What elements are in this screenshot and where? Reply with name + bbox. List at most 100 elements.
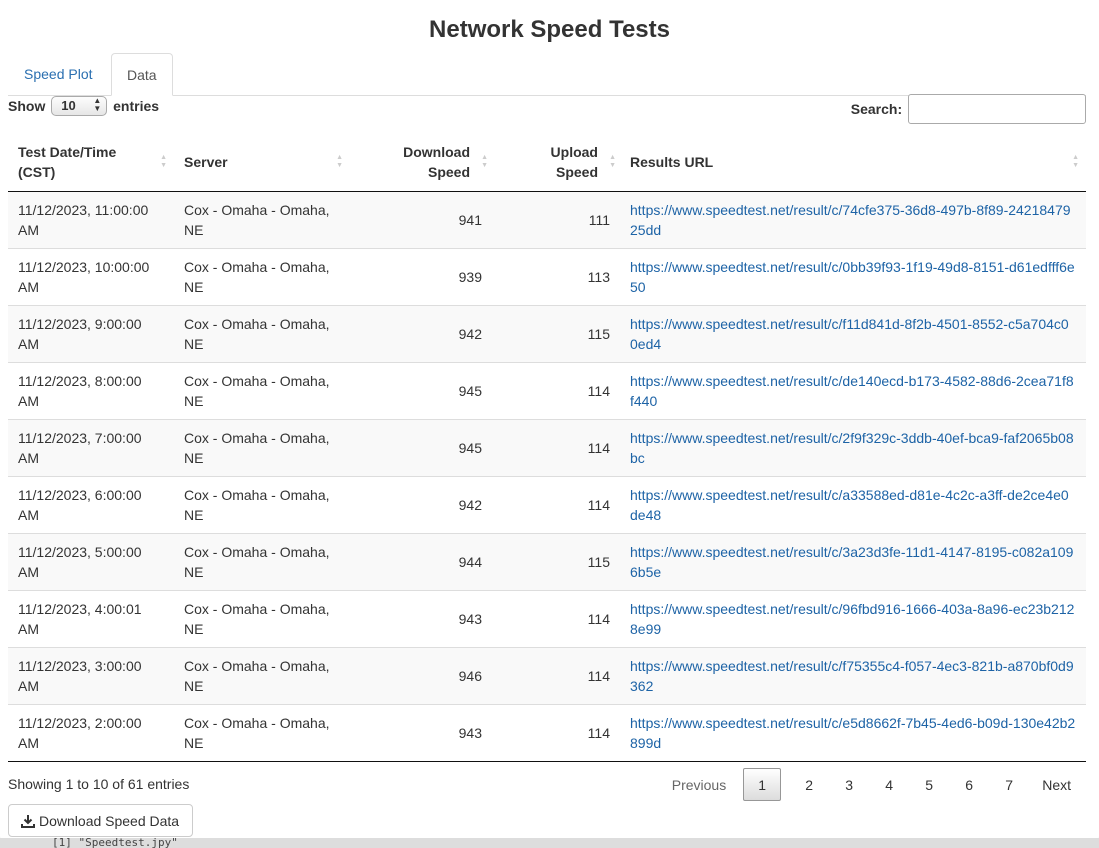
result-link[interactable]: https://www.speedtest.net/result/c/3a23d… bbox=[630, 544, 1073, 580]
pagination: Previous 1 2 3 4 5 6 7 Next bbox=[655, 767, 1086, 802]
cell-date: 11/12/2023, 9:00:00 AM bbox=[8, 304, 174, 362]
table-row: 11/12/2023, 2:00:00 AM Cox - Omaha - Oma… bbox=[8, 703, 1086, 762]
search-input[interactable] bbox=[908, 94, 1086, 124]
column-header-server[interactable]: Server ▲ ▼ bbox=[174, 133, 350, 192]
cell-date: 11/12/2023, 7:00:00 AM bbox=[8, 418, 174, 476]
background-console: [1] "Speedtest.jpy" bbox=[0, 838, 1099, 848]
cell-upload: 114 bbox=[492, 418, 620, 476]
cell-date: 11/12/2023, 6:00:00 AM bbox=[8, 475, 174, 533]
cell-upload: 111 bbox=[492, 191, 620, 248]
download-button-label: Download Speed Data bbox=[39, 812, 180, 829]
table-header-row: Test Date/Time (CST) ▲ ▼ Server ▲ ▼ Downloa… bbox=[8, 133, 1086, 192]
result-link[interactable]: https://www.speedtest.net/result/c/2f9f3… bbox=[630, 430, 1074, 466]
cell-server: Cox - Omaha - Omaha, NE bbox=[174, 589, 350, 647]
length-entries-label: entries bbox=[113, 98, 160, 114]
pagination-page-current[interactable]: 1 bbox=[743, 768, 782, 801]
sort-icon: ▲ ▼ bbox=[609, 153, 616, 169]
cell-date: 11/12/2023, 5:00:00 AM bbox=[8, 532, 174, 590]
cell-download: 942 bbox=[350, 475, 492, 533]
column-header-date[interactable]: Test Date/Time (CST) ▲ ▼ bbox=[8, 133, 174, 192]
cell-download: 943 bbox=[350, 589, 492, 647]
page-title: Network Speed Tests bbox=[429, 16, 670, 43]
cell-url: https://www.speedtest.net/result/c/96fbd… bbox=[620, 589, 1086, 647]
cell-date: 11/12/2023, 2:00:00 AM bbox=[8, 703, 174, 762]
result-link[interactable]: https://www.speedtest.net/result/c/96fbd… bbox=[630, 601, 1074, 637]
updown-icon: ▲ ▼ bbox=[93, 96, 102, 113]
sort-icon: ▲ ▼ bbox=[1072, 153, 1079, 169]
pagination-page[interactable]: 4 bbox=[869, 768, 909, 801]
sort-icon: ▲ ▼ bbox=[160, 153, 167, 169]
result-link[interactable]: https://www.speedtest.net/result/c/74cfe… bbox=[630, 202, 1071, 238]
console-output: [1] "Speedtest.jpy" bbox=[52, 838, 178, 848]
cell-date: 11/12/2023, 11:00:00 AM bbox=[8, 191, 174, 248]
cell-server: Cox - Omaha - Omaha, NE bbox=[174, 191, 350, 248]
column-header-url[interactable]: Results URL ▲ ▼ bbox=[620, 133, 1086, 192]
table-row: 11/12/2023, 8:00:00 AM Cox - Omaha - Oma… bbox=[8, 361, 1086, 419]
length-show-label: Show bbox=[8, 98, 46, 114]
cell-date: 11/12/2023, 3:00:00 AM bbox=[8, 646, 174, 704]
cell-upload: 114 bbox=[492, 703, 620, 762]
cell-upload: 114 bbox=[492, 646, 620, 704]
table-row: 11/12/2023, 9:00:00 AM Cox - Omaha - Oma… bbox=[8, 304, 1086, 362]
pagination-page[interactable]: 6 bbox=[949, 768, 989, 801]
cell-upload: 113 bbox=[492, 247, 620, 305]
search-label: Search: bbox=[850, 101, 903, 117]
table-row: 11/12/2023, 4:00:01 AM Cox - Omaha - Oma… bbox=[8, 589, 1086, 647]
cell-server: Cox - Omaha - Omaha, NE bbox=[174, 247, 350, 305]
cell-server: Cox - Omaha - Omaha, NE bbox=[174, 304, 350, 362]
result-link[interactable]: https://www.speedtest.net/result/c/de140… bbox=[630, 373, 1074, 409]
cell-download: 942 bbox=[350, 304, 492, 362]
cell-server: Cox - Omaha - Omaha, NE bbox=[174, 475, 350, 533]
pagination-previous[interactable]: Previous bbox=[655, 768, 743, 801]
result-link[interactable]: https://www.speedtest.net/result/c/0bb39… bbox=[630, 259, 1075, 295]
cell-url: https://www.speedtest.net/result/c/74cfe… bbox=[620, 191, 1086, 248]
cell-download: 946 bbox=[350, 646, 492, 704]
pagination-page[interactable]: 3 bbox=[829, 768, 869, 801]
table-row: 11/12/2023, 10:00:00 AM Cox - Omaha - Om… bbox=[8, 247, 1086, 305]
table-row: 11/12/2023, 5:00:00 AM Cox - Omaha - Oma… bbox=[8, 532, 1086, 590]
cell-upload: 114 bbox=[492, 475, 620, 533]
cell-server: Cox - Omaha - Omaha, NE bbox=[174, 703, 350, 762]
cell-download: 945 bbox=[350, 418, 492, 476]
result-link[interactable]: https://www.speedtest.net/result/c/f7535… bbox=[630, 658, 1074, 694]
cell-upload: 114 bbox=[492, 361, 620, 419]
sort-icon: ▲ ▼ bbox=[336, 153, 343, 169]
cell-server: Cox - Omaha - Omaha, NE bbox=[174, 532, 350, 590]
cell-upload: 115 bbox=[492, 532, 620, 590]
download-icon bbox=[21, 814, 35, 828]
tab-bar: Speed Plot Data bbox=[8, 53, 1086, 96]
cell-server: Cox - Omaha - Omaha, NE bbox=[174, 418, 350, 476]
tab-speed-plot[interactable]: Speed Plot bbox=[8, 53, 109, 94]
table-row: 11/12/2023, 7:00:00 AM Cox - Omaha - Oma… bbox=[8, 418, 1086, 476]
pagination-page[interactable]: 2 bbox=[789, 768, 829, 801]
cell-download: 945 bbox=[350, 361, 492, 419]
length-control: Show 10 ▲ ▼ entries bbox=[8, 96, 159, 116]
cell-url: https://www.speedtest.net/result/c/f7535… bbox=[620, 646, 1086, 704]
cell-date: 11/12/2023, 4:00:01 AM bbox=[8, 589, 174, 647]
table-row: 11/12/2023, 11:00:00 AM Cox - Omaha - Om… bbox=[8, 191, 1086, 248]
cell-url: https://www.speedtest.net/result/c/e5d86… bbox=[620, 703, 1086, 762]
result-link[interactable]: https://www.speedtest.net/result/c/e5d86… bbox=[630, 715, 1075, 751]
cell-url: https://www.speedtest.net/result/c/2f9f3… bbox=[620, 418, 1086, 476]
cell-url: https://www.speedtest.net/result/c/3a23d… bbox=[620, 532, 1086, 590]
download-speed-data-button[interactable]: Download Speed Data bbox=[8, 804, 193, 837]
table-row: 11/12/2023, 3:00:00 AM Cox - Omaha - Oma… bbox=[8, 646, 1086, 704]
length-select-value: 10 bbox=[61, 98, 76, 113]
cell-url: https://www.speedtest.net/result/c/0bb39… bbox=[620, 247, 1086, 305]
column-header-upload[interactable]: Upload Speed ▲ ▼ bbox=[492, 133, 620, 192]
speed-data-table: Test Date/Time (CST) ▲ ▼ Server ▲ ▼ Downloa… bbox=[8, 133, 1086, 762]
tab-data[interactable]: Data bbox=[111, 53, 173, 96]
result-link[interactable]: https://www.speedtest.net/result/c/a3358… bbox=[630, 487, 1069, 523]
pagination-page[interactable]: 5 bbox=[909, 768, 949, 801]
cell-upload: 115 bbox=[492, 304, 620, 362]
search-control: Search: bbox=[851, 94, 1086, 124]
column-header-download[interactable]: Download Speed ▲ ▼ bbox=[350, 133, 492, 192]
pagination-page[interactable]: 7 bbox=[989, 768, 1029, 801]
result-link[interactable]: https://www.speedtest.net/result/c/f11d8… bbox=[630, 316, 1069, 352]
pagination-next[interactable]: Next bbox=[1029, 768, 1086, 801]
cell-download: 944 bbox=[350, 532, 492, 590]
sort-icon: ▲ ▼ bbox=[481, 153, 488, 169]
cell-url: https://www.speedtest.net/result/c/f11d8… bbox=[620, 304, 1086, 362]
length-select[interactable]: 10 ▲ ▼ bbox=[51, 96, 108, 116]
cell-server: Cox - Omaha - Omaha, NE bbox=[174, 646, 350, 704]
